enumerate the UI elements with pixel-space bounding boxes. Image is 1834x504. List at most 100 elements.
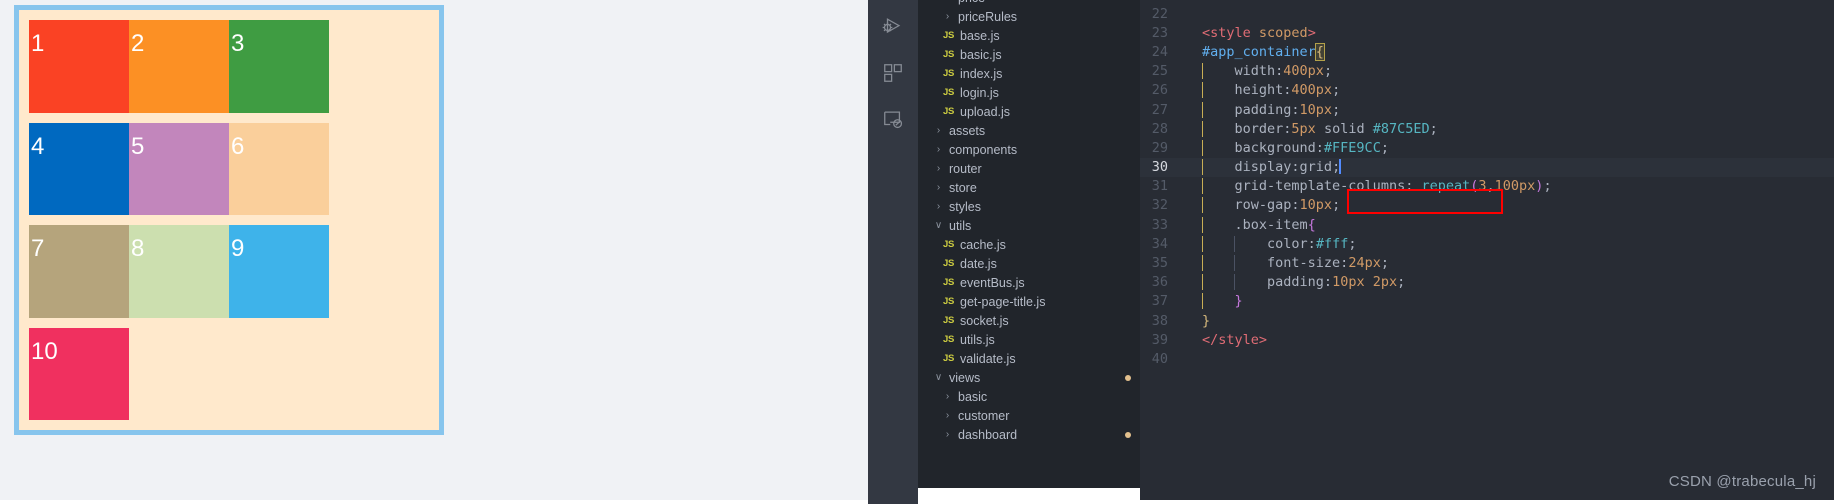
activity-bar bbox=[868, 0, 918, 504]
tree-file-row[interactable]: JS basic.js bbox=[918, 45, 1140, 64]
tree-item-label: login.js bbox=[960, 85, 999, 100]
tree-folder-row[interactable]: › styles bbox=[918, 197, 1140, 216]
chevron-right-icon[interactable]: › bbox=[941, 429, 954, 440]
code-line[interactable]: 35 font-size:24px; bbox=[1140, 253, 1834, 272]
explorer-file-tree[interactable]: ›price›priceRulesJSbase.jsJSbasic.jsJSin… bbox=[918, 0, 1140, 488]
code-line[interactable]: 24 #app_container{ bbox=[1140, 42, 1834, 61]
tree-file-row[interactable]: JS eventBus.js bbox=[918, 273, 1140, 292]
code-line[interactable]: 30 display:grid; bbox=[1140, 157, 1834, 177]
chevron-right-icon[interactable]: › bbox=[932, 144, 945, 155]
app-container-grid: 1 2 3 4 5 6 7 8 9 10 bbox=[14, 5, 444, 435]
line-number: 34 bbox=[1151, 235, 1168, 252]
line-number: 37 bbox=[1151, 293, 1168, 310]
line-number: 25 bbox=[1151, 63, 1168, 80]
code-line[interactable]: 33 .box-item{ bbox=[1140, 215, 1834, 234]
chevron-right-icon[interactable]: › bbox=[941, 410, 954, 421]
line-number: 23 bbox=[1151, 24, 1168, 41]
remote-explorer-icon[interactable] bbox=[868, 96, 918, 142]
chevron-right-icon[interactable]: › bbox=[941, 11, 954, 22]
code-text: grid-template-columns: repeat(3,100px); bbox=[1198, 178, 1834, 195]
tree-file-row[interactable]: JS socket.js bbox=[918, 311, 1140, 330]
tree-file-row[interactable]: JS upload.js bbox=[918, 102, 1140, 121]
tree-file-row[interactable]: JS get-page-title.js bbox=[918, 292, 1140, 311]
code-line[interactable]: 40 bbox=[1140, 349, 1834, 368]
js-file-icon: JS bbox=[942, 49, 955, 60]
code-line[interactable]: 22 bbox=[1140, 4, 1834, 23]
line-number: 36 bbox=[1151, 274, 1168, 291]
tree-item-label: upload.js bbox=[960, 104, 1011, 119]
tree-item-label: views bbox=[949, 370, 981, 385]
tree-folder-row[interactable]: ∨ views bbox=[918, 368, 1140, 387]
code-line[interactable]: 31 grid-template-columns: repeat(3,100px… bbox=[1140, 177, 1834, 196]
code-line[interactable]: 28 border:5px solid #87C5ED; bbox=[1140, 119, 1834, 138]
code-line[interactable]: 38} bbox=[1140, 311, 1834, 330]
chevron-right-icon[interactable]: › bbox=[932, 163, 945, 174]
grid-box-item: 1 bbox=[29, 20, 129, 113]
js-file-icon: JS bbox=[942, 296, 955, 307]
tree-folder-row[interactable]: ∨ utils bbox=[918, 216, 1140, 235]
tree-folder-row[interactable]: › basic bbox=[918, 387, 1140, 406]
js-file-icon: JS bbox=[942, 106, 955, 117]
code-line[interactable]: 39 </style> bbox=[1140, 330, 1834, 349]
watermark-text: CSDN @trabecula_hj bbox=[1668, 473, 1816, 490]
tree-file-row[interactable]: JS cache.js bbox=[918, 235, 1140, 254]
tree-item-label: get-page-title.js bbox=[960, 294, 1046, 309]
tree-item-label: base.js bbox=[960, 28, 1000, 43]
tree-item-label: router bbox=[949, 161, 982, 176]
chevron-down-icon[interactable]: ∨ bbox=[932, 220, 945, 231]
tree-folder-row[interactable]: › components bbox=[918, 140, 1140, 159]
chevron-right-icon[interactable]: › bbox=[941, 391, 954, 402]
tree-file-row[interactable]: JS base.js bbox=[918, 26, 1140, 45]
extensions-icon[interactable] bbox=[868, 50, 918, 96]
modified-indicator-dot bbox=[1125, 374, 1131, 381]
line-number: 39 bbox=[1151, 331, 1168, 348]
chevron-down-icon[interactable]: ∨ bbox=[932, 372, 945, 383]
code-editor[interactable]: 22 23 <style scoped> 24 #app_container{25 wi… bbox=[1140, 0, 1834, 500]
chevron-right-icon[interactable]: › bbox=[932, 125, 945, 136]
tree-folder-row[interactable]: › router bbox=[918, 159, 1140, 178]
code-text: background:#FFE9CC; bbox=[1198, 139, 1834, 156]
tree-file-row[interactable]: JS login.js bbox=[918, 83, 1140, 102]
code-line[interactable]: 26 height:400px; bbox=[1140, 81, 1834, 100]
code-text: row-gap:10px; bbox=[1198, 197, 1834, 214]
code-line[interactable]: 29 background:#FFE9CC; bbox=[1140, 138, 1834, 157]
chevron-right-icon[interactable]: › bbox=[932, 201, 945, 212]
code-line[interactable]: 36 padding:10px 2px; bbox=[1140, 273, 1834, 292]
scope-guide-line bbox=[1202, 216, 1203, 233]
chevron-right-icon[interactable]: › bbox=[932, 182, 945, 193]
inner-scope-guide-line bbox=[1234, 235, 1235, 252]
js-file-icon: JS bbox=[942, 277, 955, 288]
line-number: 33 bbox=[1151, 216, 1168, 233]
tree-folder-row[interactable]: › customer bbox=[918, 406, 1140, 425]
chevron-right-icon[interactable]: › bbox=[941, 0, 954, 3]
line-number: 31 bbox=[1151, 178, 1168, 195]
js-file-icon: JS bbox=[942, 315, 955, 326]
code-line[interactable]: 25 width:400px; bbox=[1140, 62, 1834, 81]
tree-folder-row[interactable]: › dashboard bbox=[918, 425, 1140, 444]
run-and-debug-icon[interactable] bbox=[868, 4, 918, 50]
tree-file-row[interactable]: JS index.js bbox=[918, 64, 1140, 83]
tree-folder-row[interactable]: ›price bbox=[918, 0, 1140, 7]
tree-file-row[interactable]: JS utils.js bbox=[918, 330, 1140, 349]
grid-box-item: 10 bbox=[29, 327, 129, 420]
grid-box-item: 6 bbox=[229, 122, 329, 215]
tree-folder-row[interactable]: › priceRules bbox=[918, 7, 1140, 26]
code-line[interactable]: 27 padding:10px; bbox=[1140, 100, 1834, 119]
code-lines-container: 22 23 <style scoped> 24 #app_container{25 wi… bbox=[1140, 0, 1834, 369]
code-text: <style scoped> bbox=[1202, 24, 1316, 41]
line-number: 22 bbox=[1151, 5, 1168, 22]
grid-box-item: 8 bbox=[129, 225, 229, 318]
line-number: 27 bbox=[1151, 101, 1168, 118]
code-line[interactable]: 32 row-gap:10px; bbox=[1140, 196, 1834, 215]
code-line[interactable]: 23 <style scoped> bbox=[1140, 23, 1834, 42]
code-line[interactable]: 37 } bbox=[1140, 292, 1834, 311]
tree-folder-row[interactable]: › store bbox=[918, 178, 1140, 197]
tree-file-row[interactable]: JS date.js bbox=[918, 254, 1140, 273]
line-number: 38 bbox=[1151, 312, 1168, 329]
tree-folder-row[interactable]: › assets bbox=[918, 121, 1140, 140]
tree-item-label: priceRules bbox=[958, 9, 1018, 24]
tree-file-row[interactable]: JS validate.js bbox=[918, 349, 1140, 368]
code-line[interactable]: 34 color:#fff; bbox=[1140, 234, 1834, 253]
tree-item-label: basic.js bbox=[960, 47, 1002, 62]
tree-item-label: date.js bbox=[960, 256, 997, 271]
